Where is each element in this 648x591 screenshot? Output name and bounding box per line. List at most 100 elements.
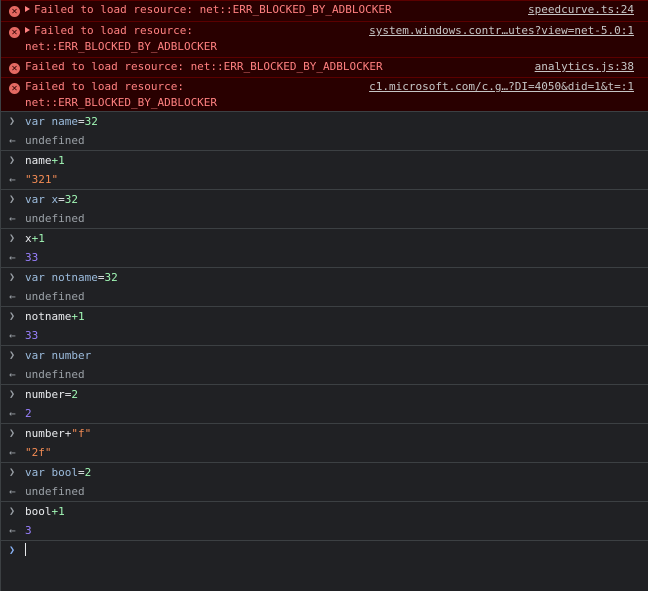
console-history: ❯ var name=32 ← undefined ❯ name+1 ← "321" ❯ var … <box>1 111 648 540</box>
chevron-right-icon: ❯ <box>9 116 16 127</box>
result-arrow-icon: ← <box>9 133 16 147</box>
console-input-entry[interactable]: ❯ x+1 <box>1 228 648 248</box>
code-token: "321" <box>25 172 59 186</box>
chevron-right-icon: ❯ <box>9 428 16 439</box>
console-input-entry[interactable]: ❯ number+"f" <box>1 423 648 443</box>
console-result-entry[interactable]: ← 3 <box>1 521 648 541</box>
code-token: undefined <box>25 367 85 381</box>
error-circle-icon: ✕ <box>9 83 20 94</box>
console-error-message[interactable]: ✕ Failed to load resource: system.windows.… <box>1 21 648 57</box>
error-source-link[interactable]: c1.microsoft.com/c.g…?DI=4050&did=1&t=:1 <box>369 78 634 96</box>
code-token: 33 <box>25 250 39 264</box>
error-text-line1: Failed to load resource: <box>25 22 193 40</box>
code-token: notname <box>25 310 72 323</box>
console-result-entry[interactable]: ← 33 <box>1 248 648 268</box>
code-token: = <box>78 466 85 479</box>
result-arrow-icon: ← <box>9 328 16 342</box>
code-token: +1 <box>71 310 85 323</box>
console-input-entry[interactable]: ❯ var name=32 <box>1 111 648 131</box>
code-token: 32 <box>64 193 78 206</box>
console-error-message[interactable]: ✕ Failed to load resource: net::ERR_BLOCK… <box>1 0 648 21</box>
console-result-entry[interactable]: ← "2f" <box>1 443 648 463</box>
expand-triangle-icon[interactable] <box>25 27 30 33</box>
error-circle-icon: ✕ <box>9 6 20 17</box>
code-token: +1 <box>51 154 65 167</box>
code-token: +1 <box>51 505 65 518</box>
console-result-entry[interactable]: ← 2 <box>1 404 648 424</box>
result-arrow-icon: ← <box>9 484 16 498</box>
result-arrow-icon: ← <box>9 406 16 420</box>
code-token: var <box>25 271 52 284</box>
code-token: var <box>25 349 52 362</box>
error-text: Failed to load resource: net::ERR_BLOCKE… <box>25 60 383 73</box>
console-error-message[interactable]: ✕ Failed to load resource: c1.microsoft.co… <box>1 77 648 111</box>
error-text: Failed to load resource: <box>25 80 184 93</box>
code-token: number <box>25 388 65 401</box>
code-token: 2 <box>25 406 32 420</box>
console-input-entry[interactable]: ❯ var x=32 <box>1 189 648 209</box>
error-text: Failed to load resource: net::ERR_BLOCKE… <box>34 3 392 16</box>
code-token: 33 <box>25 328 39 342</box>
code-token: name <box>25 154 52 167</box>
error-text-line1: Failed to load resource: net::ERR_BLOCKE… <box>25 58 383 76</box>
error-source-link[interactable]: analytics.js:38 <box>535 58 634 76</box>
error-list: ✕ Failed to load resource: net::ERR_BLOCK… <box>1 0 648 111</box>
error-text-line1: Failed to load resource: <box>25 78 184 96</box>
error-text-line2: net::ERR_BLOCKED_BY_ADBLOCKER <box>25 96 218 109</box>
code-token: bool <box>25 505 52 518</box>
code-token: x <box>25 232 32 245</box>
chevron-right-icon: ❯ <box>9 467 16 478</box>
chevron-right-icon: ❯ <box>9 155 16 166</box>
code-token: var <box>25 115 52 128</box>
code-token: = <box>58 193 65 206</box>
chevron-right-icon: ❯ <box>9 506 16 517</box>
console-result-entry[interactable]: ← 33 <box>1 326 648 346</box>
console-input-entry[interactable]: ❯ number=2 <box>1 384 648 404</box>
console-input-entry[interactable]: ❯ var number <box>1 345 648 365</box>
console-result-entry[interactable]: ← undefined <box>1 482 648 502</box>
result-arrow-icon: ← <box>9 172 16 186</box>
result-arrow-icon: ← <box>9 445 16 459</box>
console-prompt[interactable]: ❯ <box>1 540 648 562</box>
code-token: = <box>78 115 85 128</box>
chevron-right-icon: ❯ <box>9 233 16 244</box>
console-result-entry[interactable]: ← undefined <box>1 131 648 151</box>
text-caret <box>25 543 26 556</box>
console-input-entry[interactable]: ❯ notname+1 <box>1 306 648 326</box>
code-token: undefined <box>25 133 85 147</box>
error-text-line1: Failed to load resource: net::ERR_BLOCKE… <box>25 1 392 19</box>
console-input-entry[interactable]: ❯ bool+1 <box>1 501 648 521</box>
result-arrow-icon: ← <box>9 523 16 537</box>
code-token: "f" <box>71 427 92 440</box>
chevron-right-icon: ❯ <box>9 311 16 322</box>
console-result-entry[interactable]: ← undefined <box>1 209 648 229</box>
error-circle-icon: ✕ <box>9 63 20 74</box>
code-token: var <box>25 193 52 206</box>
console-input-entry[interactable]: ❯ var bool=2 <box>1 462 648 482</box>
code-token: +1 <box>31 232 45 245</box>
code-token: 2 <box>71 388 78 401</box>
code-token: undefined <box>25 289 85 303</box>
result-arrow-icon: ← <box>9 211 16 225</box>
prompt-chevron-icon: ❯ <box>9 545 16 556</box>
code-token: undefined <box>25 484 85 498</box>
console-result-entry[interactable]: ← undefined <box>1 287 648 307</box>
code-token: 3 <box>25 523 32 537</box>
chevron-right-icon: ❯ <box>9 350 16 361</box>
console-result-entry[interactable]: ← "321" <box>1 170 648 190</box>
console-input-entry[interactable]: ❯ var notname=32 <box>1 267 648 287</box>
code-token: 2 <box>84 466 92 479</box>
code-token: bool <box>51 466 79 479</box>
expand-triangle-icon[interactable] <box>25 6 30 12</box>
code-token: 32 <box>84 115 98 128</box>
chevron-right-icon: ❯ <box>9 194 16 205</box>
code-token: number <box>51 349 92 362</box>
console-result-entry[interactable]: ← undefined <box>1 365 648 385</box>
error-source-link[interactable]: speedcurve.ts:24 <box>528 1 634 19</box>
code-token: number <box>25 427 65 440</box>
error-source-link[interactable]: system.windows.contr…utes?view=net-5.0:1 <box>369 22 634 40</box>
console-error-message[interactable]: ✕ Failed to load resource: net::ERR_BLOCK… <box>1 57 648 77</box>
code-token: name <box>51 115 79 128</box>
code-token: 32 <box>104 271 118 284</box>
console-input-entry[interactable]: ❯ name+1 <box>1 150 648 170</box>
